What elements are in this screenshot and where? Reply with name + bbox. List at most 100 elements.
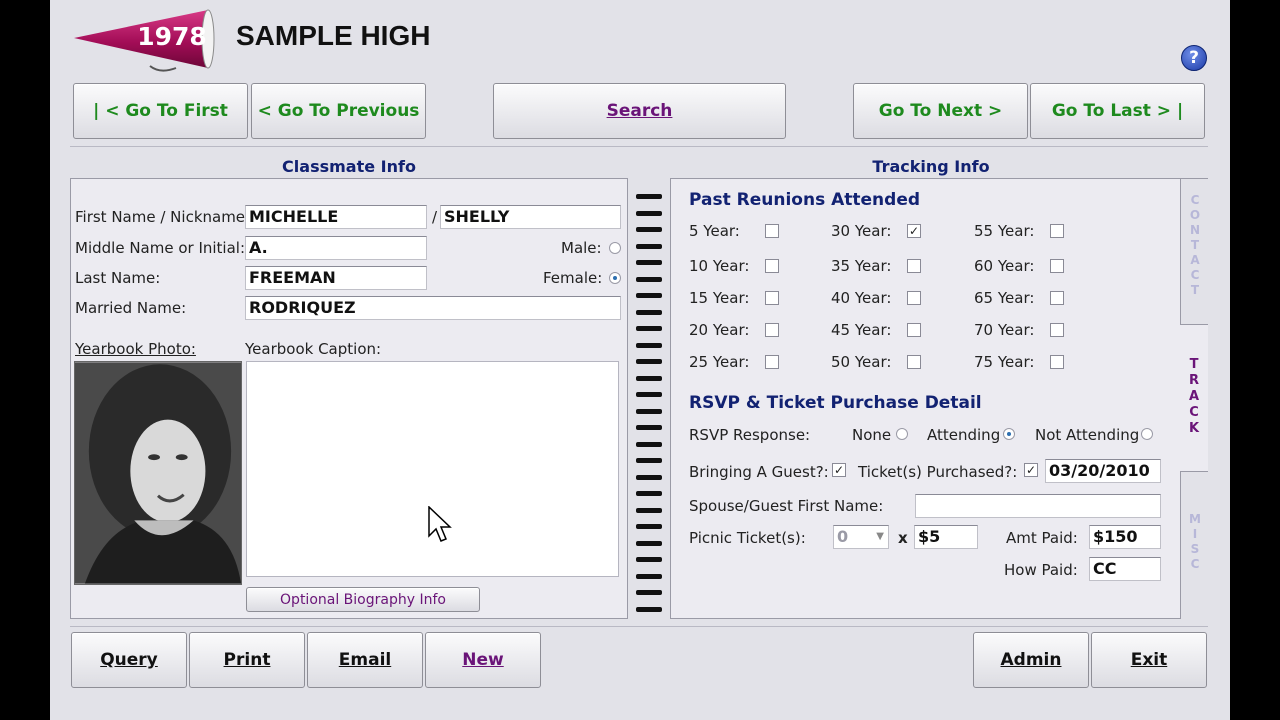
spiral-ring xyxy=(636,409,662,414)
app-window: 1978 SAMPLE HIGH ? | < Go To First < Go … xyxy=(50,0,1230,720)
tickets-purchased-checkbox[interactable]: ✓ xyxy=(1024,463,1038,477)
spiral-ring xyxy=(636,392,662,397)
rsvp-title: RSVP & Ticket Purchase Detail xyxy=(689,393,982,413)
reunion-label: 40 Year: xyxy=(831,289,892,307)
tab-track-label: TRACK xyxy=(1188,357,1200,436)
yearbook-photo xyxy=(74,361,242,585)
yearbook-caption-field[interactable] xyxy=(246,361,619,577)
tab-contact[interactable]: CONTACT xyxy=(1180,179,1208,325)
rsvp-none-radio[interactable] xyxy=(896,428,908,440)
amt-paid-field[interactable]: $150 xyxy=(1089,525,1161,549)
spiral-ring xyxy=(636,244,662,249)
spiral-ring xyxy=(636,590,662,595)
spiral-ring xyxy=(636,508,662,513)
go-to-next-button[interactable]: Go To Next > xyxy=(853,83,1028,139)
female-label: Female: xyxy=(543,269,603,287)
reunion-label: 10 Year: xyxy=(689,257,750,275)
go-to-previous-button[interactable]: < Go To Previous xyxy=(251,83,426,139)
reunion-checkbox[interactable] xyxy=(907,355,921,369)
question-icon[interactable]: ? xyxy=(1181,45,1207,71)
picnic-qty-value: 0 xyxy=(837,527,849,546)
tracking-info-title: Tracking Info xyxy=(872,157,990,176)
last-name-label: Last Name: xyxy=(75,269,161,287)
rsvp-not-attending-radio[interactable] xyxy=(1141,428,1153,440)
tab-track[interactable]: TRACK xyxy=(1180,325,1208,471)
spouse-name-field[interactable] xyxy=(915,494,1161,518)
reunion-label: 30 Year: xyxy=(831,222,892,240)
reunion-checkbox[interactable] xyxy=(765,224,779,238)
email-button[interactable]: Email xyxy=(307,632,423,688)
reunion-label: 50 Year: xyxy=(831,353,892,371)
tickets-purchased-label: Ticket(s) Purchased?: xyxy=(858,463,1018,481)
school-name: SAMPLE HIGH xyxy=(236,20,431,51)
reunion-checkbox[interactable] xyxy=(907,259,921,273)
go-to-first-button[interactable]: | < Go To First xyxy=(73,83,248,139)
reunion-checkbox[interactable]: ✓ xyxy=(907,224,921,238)
yearbook-photo-label[interactable]: Yearbook Photo: xyxy=(75,340,196,358)
how-paid-field[interactable]: CC xyxy=(1089,557,1161,581)
reunion-label: 20 Year: xyxy=(689,321,750,339)
male-radio[interactable] xyxy=(609,242,621,254)
reunion-checkbox[interactable] xyxy=(765,259,779,273)
reunion-checkbox[interactable] xyxy=(765,355,779,369)
rsvp-attending-radio[interactable] xyxy=(1003,428,1015,440)
admin-button[interactable]: Admin xyxy=(973,632,1089,688)
spiral-ring xyxy=(636,227,662,232)
reunion-label: 55 Year: xyxy=(974,222,1035,240)
reunion-checkbox[interactable] xyxy=(907,291,921,305)
rsvp-not-attending-label: Not Attending xyxy=(1035,426,1140,444)
picnic-qty-select[interactable]: 0 ▼ xyxy=(833,525,889,549)
spiral-ring xyxy=(636,326,662,331)
reunion-label: 70 Year: xyxy=(974,321,1035,339)
print-button[interactable]: Print xyxy=(189,632,305,688)
female-radio[interactable] xyxy=(609,272,621,284)
first-name-field[interactable]: MICHELLE xyxy=(245,205,427,229)
rsvp-attending-label: Attending xyxy=(927,426,1001,444)
new-button[interactable]: New xyxy=(425,632,541,688)
reunion-label: 25 Year: xyxy=(689,353,750,371)
married-name-field[interactable]: RODRIQUEZ xyxy=(245,296,621,320)
spiral-ring xyxy=(636,277,662,282)
middle-name-field[interactable]: A. xyxy=(245,236,427,260)
spiral-ring xyxy=(636,442,662,447)
spiral-ring xyxy=(636,491,662,496)
tab-misc[interactable]: MISC xyxy=(1180,471,1208,619)
reunion-checkbox[interactable] xyxy=(1050,291,1064,305)
bringing-guest-label: Bringing A Guest?: xyxy=(689,463,829,481)
go-to-last-button[interactable]: Go To Last > | xyxy=(1030,83,1205,139)
reunion-checkbox[interactable] xyxy=(1050,355,1064,369)
nickname-field[interactable]: SHELLY xyxy=(440,205,621,229)
reunion-checkbox[interactable] xyxy=(765,291,779,305)
amt-paid-label: Amt Paid: xyxy=(1006,529,1078,547)
tab-misc-label: MISC xyxy=(1189,512,1201,571)
search-button[interactable]: Search xyxy=(493,83,786,139)
last-name-field[interactable]: FREEMAN xyxy=(245,266,427,290)
reunion-checkbox[interactable] xyxy=(1050,224,1064,238)
tab-contact-label: CONTACT xyxy=(1189,193,1201,297)
reunion-label: 45 Year: xyxy=(831,321,892,339)
ticket-date-field[interactable]: 03/20/2010 xyxy=(1045,459,1161,483)
divider xyxy=(70,626,1208,627)
reunion-checkbox[interactable] xyxy=(1050,323,1064,337)
optional-biography-button[interactable]: Optional Biography Info xyxy=(246,587,480,612)
spiral-binding xyxy=(636,186,662,618)
classmate-info-title: Classmate Info xyxy=(282,157,416,176)
bringing-guest-checkbox[interactable]: ✓ xyxy=(832,463,846,477)
rsvp-none-label: None xyxy=(852,426,892,444)
chevron-down-icon: ▼ xyxy=(876,531,884,542)
spiral-ring xyxy=(636,343,662,348)
divider xyxy=(70,146,1208,147)
spiral-ring xyxy=(636,359,662,364)
yearbook-caption-label: Yearbook Caption: xyxy=(245,340,382,358)
reunion-checkbox[interactable] xyxy=(1050,259,1064,273)
reunion-checkbox[interactable] xyxy=(907,323,921,337)
picnic-price-field[interactable]: $5 xyxy=(914,525,978,549)
times-sign: x xyxy=(898,529,908,547)
reunion-checkbox[interactable] xyxy=(765,323,779,337)
how-paid-label: How Paid: xyxy=(1004,561,1078,579)
exit-button[interactable]: Exit xyxy=(1091,632,1207,688)
query-button[interactable]: Query xyxy=(71,632,187,688)
spiral-ring xyxy=(636,574,662,579)
male-label: Male: xyxy=(561,239,602,257)
spiral-ring xyxy=(636,376,662,381)
